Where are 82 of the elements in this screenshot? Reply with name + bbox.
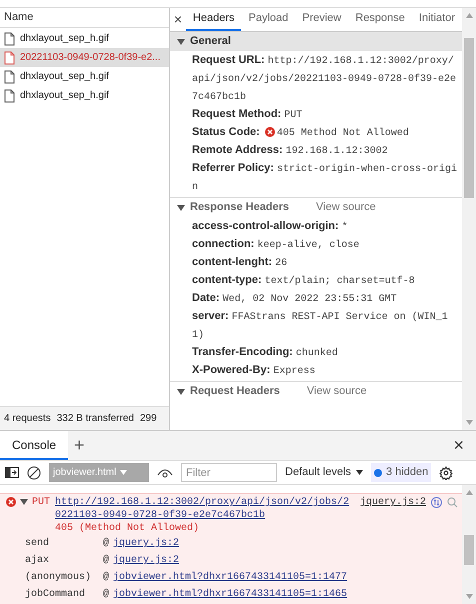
at-sign: @ <box>103 536 110 551</box>
scroll-up-arrow-icon[interactable] <box>466 13 472 18</box>
scrollbar-thumb[interactable] <box>464 38 474 198</box>
header-row-text: content-type: text/plain; charset=utf-8 <box>192 273 416 289</box>
stack-location-link[interactable]: jquery.js:2 <box>113 535 180 552</box>
url-link[interactable]: http://192.168.1.12:3002/proxy/api/json/v2/jobs/20221103-0949-0728-0f39-e2e7c467bc1b <box>55 496 354 522</box>
at-sign: @ <box>103 554 110 568</box>
source-link[interactable]: jquery.js:2 <box>360 496 426 509</box>
issue-dot-icon[interactable] <box>374 468 382 476</box>
levels-dropdown[interactable]: Default levels <box>285 464 364 481</box>
filter-field[interactable]: Filter <box>181 463 277 482</box>
header-row-text: content-lenght: 26 <box>192 255 288 271</box>
error-icon <box>6 497 16 507</box>
column-header[interactable]: Name <box>0 8 169 28</box>
header-row-text: Remote Address: 192.168.1.12:3002 <box>192 143 389 159</box>
header-row-text: access-control-allow-origin: * <box>192 219 349 235</box>
eye-icon[interactable] <box>157 468 173 478</box>
scroll-down-arrow-icon[interactable] <box>466 594 472 599</box>
triangle-icon[interactable] <box>177 38 185 46</box>
add-tab-button[interactable]: + <box>68 431 91 460</box>
scrollbar-thumb[interactable] <box>464 535 474 565</box>
triangle-icon[interactable] <box>20 498 28 506</box>
tab[interactable]: Response <box>348 8 412 31</box>
view-source-link[interactable]: View source <box>306 383 367 400</box>
header-row-text: Status Code: 405 Method Not Allowed <box>192 125 410 141</box>
header-row-text: Transfer-Encoding: chunked <box>192 345 339 361</box>
header-row-text: Date: Wed, 02 Nov 2022 23:55:31 GMT <box>192 291 398 307</box>
settings-icon[interactable] <box>439 466 454 480</box>
request-row[interactable]: dhxlayout_sep_h.gif <box>0 86 169 105</box>
summary-text: 299 <box>140 412 157 426</box>
stack-function: ajax <box>25 554 50 568</box>
clear-icon[interactable] <box>27 466 41 480</box>
section-header[interactable]: Request Headers View source <box>170 382 462 401</box>
at-sign: @ <box>103 570 110 585</box>
caret-icon <box>356 470 364 475</box>
section-header[interactable]: Response Headers View source <box>170 198 462 217</box>
triangle-icon[interactable] <box>177 388 185 396</box>
tab[interactable]: Preview <box>295 8 348 31</box>
scroll-down-arrow-icon[interactable] <box>466 420 472 425</box>
header-row-text: server: FFAStrans REST-API Service on (WIN_11) <box>192 309 449 343</box>
method-text: PUT <box>32 496 50 509</box>
file-icon <box>4 70 15 84</box>
view-source-link[interactable]: View source <box>316 199 376 216</box>
stack-function: (anonymous) <box>25 570 92 585</box>
file-icon <box>4 88 15 102</box>
scrollbar[interactable] <box>462 485 476 604</box>
network-icon[interactable] <box>431 497 442 508</box>
search-icon[interactable] <box>447 497 458 508</box>
tab[interactable]: Console <box>0 431 68 460</box>
request-row[interactable]: dhxlayout_sep_h.gif <box>0 29 169 48</box>
request-row[interactable]: dhxlayout_sep_h.gif <box>0 67 169 86</box>
section-title: General <box>190 34 231 50</box>
file-icon <box>4 32 15 46</box>
scrollbar[interactable] <box>462 8 476 430</box>
summary-text: 332 B transferred <box>56 412 134 426</box>
stack-function: send <box>25 536 50 551</box>
scroll-up-arrow-icon[interactable] <box>466 490 472 495</box>
tab[interactable]: Initiator <box>412 8 462 31</box>
header-row-text: Referrer Policy: strict-origin-when-cross-origin <box>192 161 458 195</box>
close-button[interactable]: × <box>441 431 476 460</box>
hidden-count: 3 hidden <box>386 465 428 480</box>
section-header[interactable]: General <box>170 32 462 51</box>
file-icon <box>4 50 15 64</box>
stack-function: jobCommand <box>25 588 86 602</box>
sidebar-toggle-icon[interactable] <box>5 467 19 478</box>
at-sign: @ <box>103 588 110 602</box>
stack-location-link[interactable]: jquery.js:2 <box>113 552 180 569</box>
header-row-text: connection: keep-alive, close <box>192 237 360 253</box>
request-row[interactable]: 20221103-0949-0728-0f39-e2... <box>0 48 169 67</box>
triangle-icon[interactable] <box>177 204 185 212</box>
stack-location-link[interactable]: jobviewer.html?dhxr1667433141105=1:1477 <box>113 569 348 586</box>
error-icon <box>264 127 275 138</box>
status-text: 405 (Method Not Allowed) <box>55 523 200 534</box>
header-row-text: X-Powered-By: Express <box>192 363 316 379</box>
header-row-text: Request URL: http://192.168.1.12:3002/proxy/api/json/v2/jobs/20221103-0949-0728-0f39-e2e7c467bc1b <box>192 53 458 105</box>
header-row-text: Request Method: PUT <box>192 107 304 123</box>
summary-text: 4 requests <box>4 412 51 426</box>
section-title: Response Headers <box>190 200 290 216</box>
close-button[interactable]: × <box>170 8 186 31</box>
stack-location-link[interactable]: jobviewer.html?dhxr1667433141105=1:1465 <box>113 586 348 603</box>
tab[interactable]: Payload <box>241 8 296 31</box>
section-title: Request Headers <box>190 384 280 400</box>
